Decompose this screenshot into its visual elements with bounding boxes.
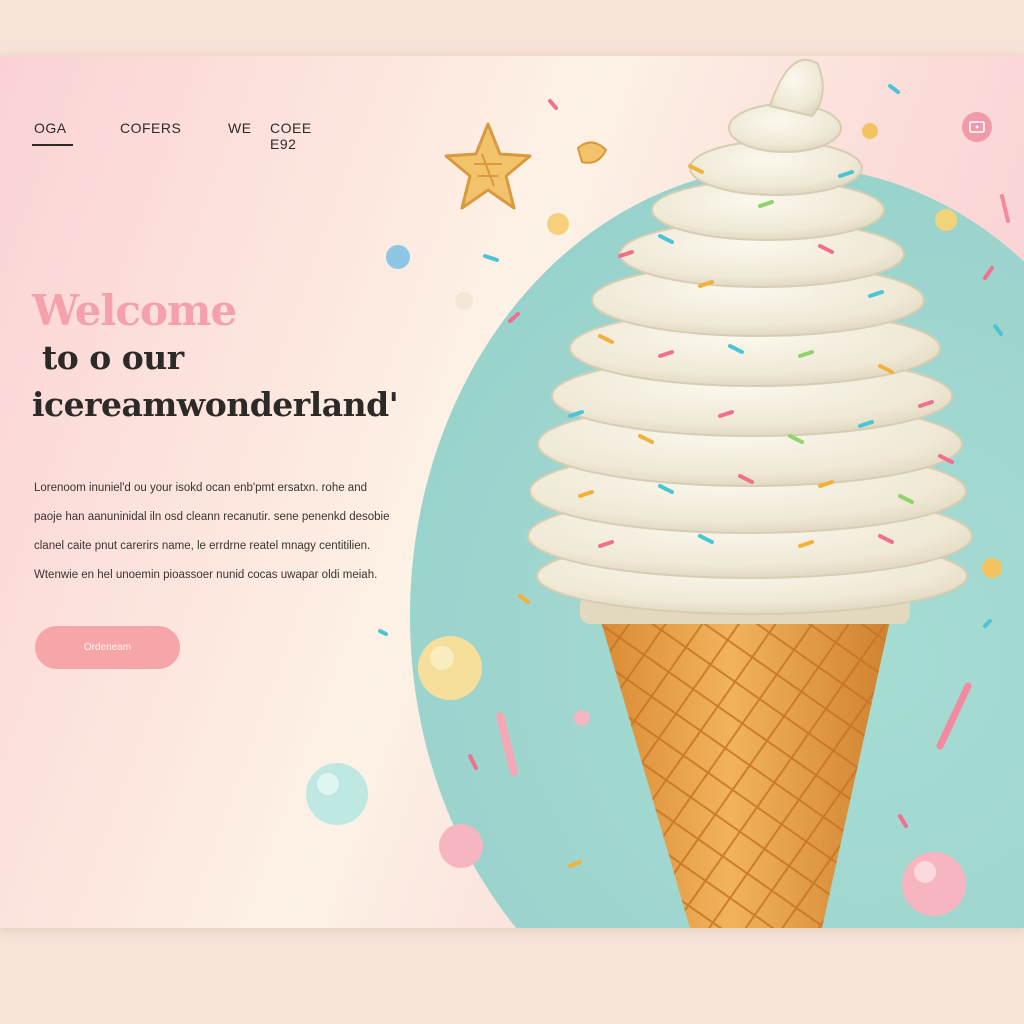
screen-icon[interactable] bbox=[962, 112, 992, 142]
hero-headline: Welcome to o our icereamwonderland' bbox=[32, 286, 399, 428]
nav-item-coee[interactable]: COEE E92 bbox=[270, 120, 312, 152]
hero-description: Lorenoom inuniel'd ou your isokd ocan en… bbox=[34, 474, 464, 590]
headline-line-2: to o our bbox=[42, 338, 184, 377]
description-line: Lorenoom inuniel'd ou your isokd ocan en… bbox=[34, 482, 367, 494]
nav-item-we[interactable]: WE bbox=[228, 120, 252, 136]
small-cookie-icon bbox=[576, 141, 608, 164]
headline-welcome: Welcome bbox=[32, 286, 237, 335]
description-line: paoje han aanuninidal iln osd cleann rec… bbox=[34, 511, 390, 523]
description-line: Wtenwie en hel unoemin pioassoer nunid c… bbox=[34, 569, 378, 581]
nav-item-oga[interactable]: OGA bbox=[32, 120, 73, 146]
waffle-cone bbox=[580, 596, 910, 928]
order-button[interactable]: Ordeneam bbox=[35, 626, 180, 669]
nav-item-cofers[interactable]: COFERS bbox=[120, 120, 181, 136]
star-cookie-icon bbox=[444, 122, 532, 210]
page-frame: OGA COFERS WE COEE E92 Welcome to o our … bbox=[0, 56, 1024, 928]
description-line: clanel caite pnut carerirs name, le errd… bbox=[34, 540, 371, 552]
headline-line-3: icereamwonderland' bbox=[32, 385, 399, 424]
